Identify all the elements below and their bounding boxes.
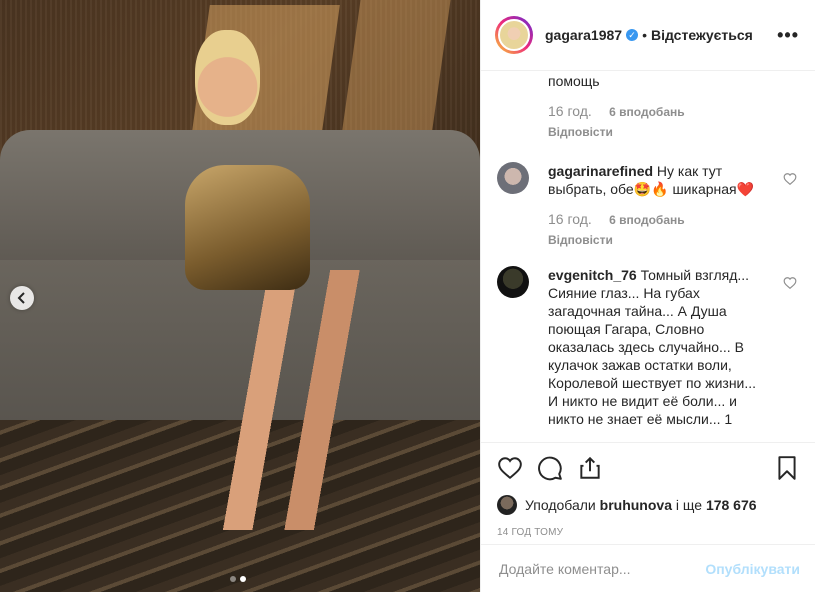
photo-figure-dress xyxy=(185,165,310,290)
comment-content: gagarinarefined Ну как тут выбрать, обе🤩… xyxy=(548,162,758,198)
carousel-dot xyxy=(230,576,236,582)
header-separator: • xyxy=(642,27,647,43)
liker-username[interactable]: bruhunova xyxy=(600,497,672,513)
author-avatar-image xyxy=(498,19,530,51)
like-comment-heart-icon[interactable] xyxy=(783,276,797,290)
comment-item: помощь 16 год. 6 вподобань Відповісти xyxy=(497,72,787,141)
commenter-avatar[interactable] xyxy=(497,266,529,298)
comment-item: gagarinarefined Ну как тут выбрать, обе🤩… xyxy=(497,162,797,249)
comment-text: Томный взгляд... Сияние глаз... На губах… xyxy=(548,267,757,427)
comment-meta: 16 год. 6 вподобань xyxy=(548,210,787,229)
share-icon[interactable] xyxy=(577,455,603,481)
comment-item: evgenitch_76 Томный взгляд... Сияние гла… xyxy=(497,266,797,428)
likes-count[interactable]: 178 676 xyxy=(706,497,757,513)
comment-bubble-icon[interactable] xyxy=(537,455,563,481)
carousel-dots xyxy=(230,576,246,582)
photo-figure-legs xyxy=(195,270,395,530)
comment-likes[interactable]: 6 вподобань xyxy=(609,213,684,227)
likes-middle: і ще xyxy=(675,497,703,513)
commenter-avatar[interactable] xyxy=(497,162,529,194)
likes-summary: Уподобали bruhunova і ще 178 676 xyxy=(497,495,800,515)
liker-avatar[interactable] xyxy=(497,495,517,515)
comment-time[interactable]: 16 год. xyxy=(548,103,592,119)
like-heart-icon[interactable] xyxy=(497,455,523,481)
comments-list[interactable]: помощь 16 год. 6 вподобань Відповісти ga… xyxy=(481,72,815,442)
author-username[interactable]: gagara1987 xyxy=(545,27,622,43)
post-time[interactable]: 14 ГОД ТОМУ xyxy=(497,527,800,538)
post-photo[interactable] xyxy=(0,0,480,592)
post-sidebar: gagara1987 ✓ • Відстежується ••• помощь … xyxy=(480,0,815,592)
comment-input[interactable] xyxy=(497,559,706,578)
verified-badge-icon: ✓ xyxy=(626,29,639,41)
bookmark-icon[interactable] xyxy=(774,455,800,481)
instagram-post: gagara1987 ✓ • Відстежується ••• помощь … xyxy=(0,0,815,592)
comment-content: evgenitch_76 Томный взгляд... Сияние гла… xyxy=(548,266,758,428)
author-avatar[interactable] xyxy=(495,16,533,54)
comment-text: помощь xyxy=(548,73,600,89)
comment-meta: 16 год. 6 вподобань xyxy=(548,102,787,121)
carousel-dot-active xyxy=(240,576,246,582)
reply-button[interactable]: Відповісти xyxy=(548,123,787,141)
reply-button[interactable]: Відповісти xyxy=(548,231,787,249)
commenter-username[interactable]: gagarinarefined xyxy=(548,163,653,179)
photo-figure-head xyxy=(195,30,260,125)
publish-button[interactable]: Опублікувати xyxy=(705,561,800,577)
previous-photo-button[interactable] xyxy=(10,286,34,310)
commenter-username[interactable]: evgenitch_76 xyxy=(548,267,637,283)
likes-prefix: Уподобали xyxy=(525,497,596,513)
following-button[interactable]: Відстежується xyxy=(651,27,753,43)
post-header: gagara1987 ✓ • Відстежується ••• xyxy=(481,0,815,71)
chevron-left-icon xyxy=(17,292,25,304)
post-actions: Уподобали bruhunova і ще 178 676 14 ГОД … xyxy=(481,442,815,538)
add-comment-bar: Опублікувати xyxy=(481,544,815,592)
comment-likes[interactable]: 6 вподобань xyxy=(609,105,684,119)
like-comment-heart-icon[interactable] xyxy=(783,172,797,186)
comment-time[interactable]: 16 год. xyxy=(548,211,592,227)
action-icons xyxy=(497,453,800,483)
more-options-icon[interactable]: ••• xyxy=(777,25,799,46)
